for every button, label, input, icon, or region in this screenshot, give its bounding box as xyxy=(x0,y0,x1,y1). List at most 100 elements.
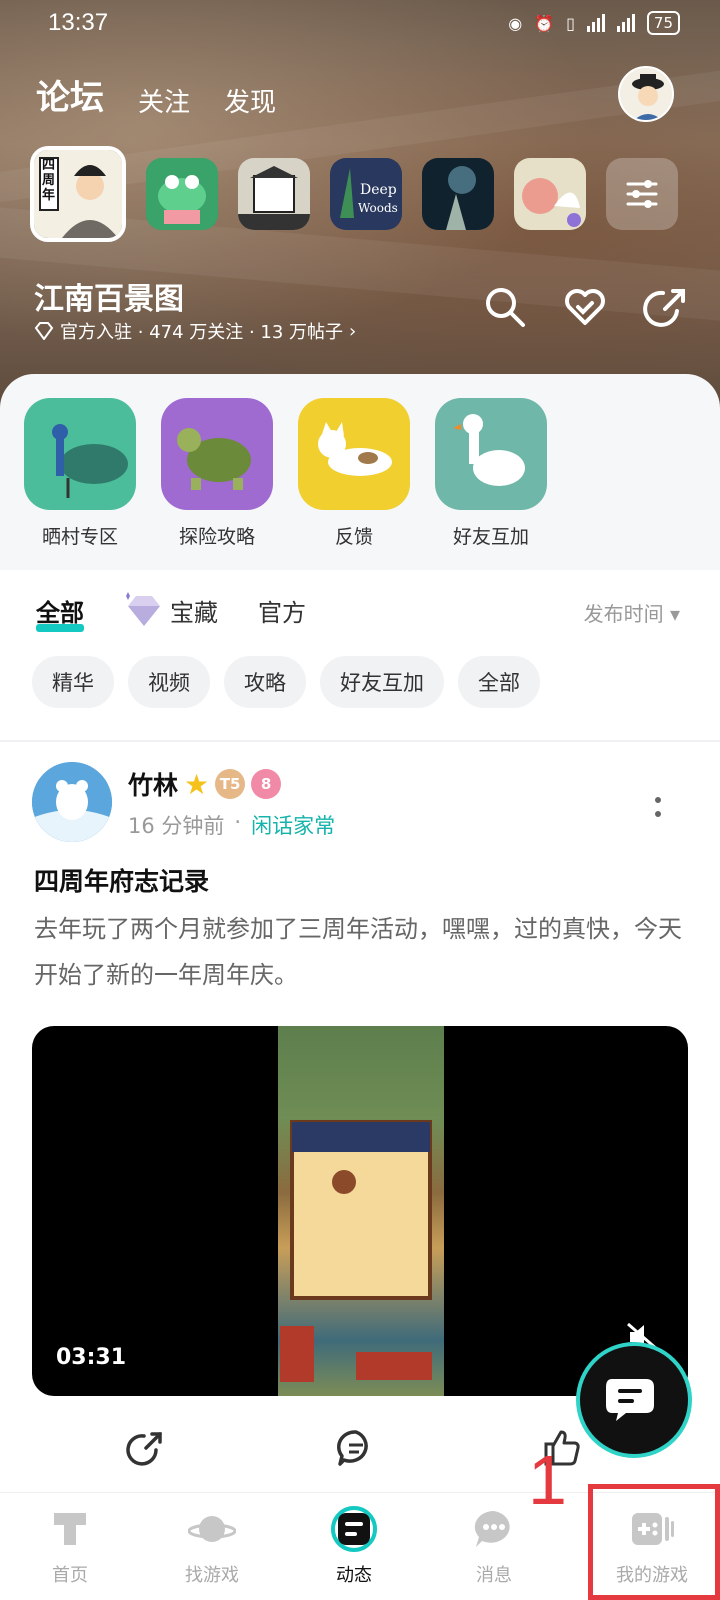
post-body[interactable]: 去年玩了两个月就参加了三周年活动，嘿嘿，过的真快，今天开始了新的一年周年庆。 xyxy=(34,906,684,998)
zone-add-friends[interactable]: 好友互加 xyxy=(435,398,547,549)
game-title: 江南百景图 xyxy=(34,282,184,317)
diamond-icon xyxy=(34,322,54,340)
video-duration: 03:31 xyxy=(56,1345,127,1370)
sliders-icon xyxy=(626,180,658,208)
game-switcher: 四周年 Deep Woods xyxy=(30,146,678,242)
chip-featured[interactable]: 精华 xyxy=(32,656,114,708)
chip-all[interactable]: 全部 xyxy=(458,656,540,708)
chip-video[interactable]: 视频 xyxy=(128,656,210,708)
zone-feedback[interactable]: 反馈 xyxy=(298,398,410,549)
status-bar: 13:37 ◉ ⏰ ▯ 75 xyxy=(0,0,720,46)
tab-following[interactable]: 关注 xyxy=(138,82,190,119)
status-icons: ◉ ⏰ ▯ 75 xyxy=(508,11,680,35)
nav-feed[interactable]: 动态 xyxy=(294,1505,414,1587)
game-cover-label: 四周年 xyxy=(42,158,56,203)
game-thumb-selected[interactable]: 四周年 xyxy=(30,146,126,242)
home-icon xyxy=(10,1505,130,1553)
game-thumb[interactable] xyxy=(146,158,218,230)
vibrate-icon: ▯ xyxy=(566,13,575,33)
game-meta[interactable]: 官方入驻 · 474 万关注 · 13 万帖子 › xyxy=(34,318,356,344)
avatar-icon xyxy=(32,762,112,842)
annotation-highlight-box xyxy=(588,1484,720,1600)
game-thumb[interactable] xyxy=(422,158,494,230)
goose-icon xyxy=(435,398,547,510)
frog-icon xyxy=(146,158,218,230)
author-avatar[interactable] xyxy=(32,762,112,842)
chevron-right-icon: › xyxy=(349,320,357,342)
top-nav-tabs: 论坛 关注 发现 xyxy=(36,70,276,121)
tab-treasure-label: 宝藏 xyxy=(170,598,218,627)
share-button[interactable] xyxy=(640,282,690,332)
nav-label: 找游戏 xyxy=(185,1565,239,1586)
tab-all[interactable]: 全部 xyxy=(36,593,84,632)
comment-icon xyxy=(337,1430,368,1466)
author-name[interactable]: 竹林 xyxy=(128,766,178,802)
rank-badge: 8 xyxy=(251,769,282,799)
star-icon: ★ xyxy=(184,767,210,801)
follow-button[interactable] xyxy=(560,282,610,332)
search-button[interactable] xyxy=(480,282,530,332)
filter-chips: 精华 视频 攻略 好友互加 全部 xyxy=(32,656,540,708)
nav-home[interactable]: 首页 xyxy=(10,1505,130,1587)
chip-guide[interactable]: 攻略 xyxy=(224,656,306,708)
zone-village[interactable]: 晒村专区 xyxy=(24,398,136,549)
chip-add-friends[interactable]: 好友互加 xyxy=(320,656,444,708)
gem-icon xyxy=(126,592,160,626)
avatar-icon xyxy=(620,68,672,120)
share-icon xyxy=(126,1432,162,1466)
heart-check-icon xyxy=(565,289,605,325)
battery-indicator: 75 xyxy=(646,11,680,35)
zone-shortcuts: 晒村专区 探险攻略 反馈 好友互加 xyxy=(0,374,720,570)
zone-label: 好友互加 xyxy=(452,526,529,548)
feed-tabs: 全部 宝藏 官方 xyxy=(36,592,306,632)
night-scene-icon xyxy=(422,158,494,230)
more-vertical-icon xyxy=(655,797,661,817)
zone-label: 反馈 xyxy=(334,526,373,548)
deep-woods-icon: Deep Woods xyxy=(330,158,402,230)
user-avatar[interactable] xyxy=(618,66,674,122)
search-icon xyxy=(486,288,525,327)
nav-label: 动态 xyxy=(336,1565,372,1586)
post-topic[interactable]: 闲话家常 xyxy=(251,810,335,840)
cat-icon xyxy=(298,398,410,510)
chat-bubble-icon xyxy=(606,1379,654,1421)
share-post-button[interactable] xyxy=(118,1420,174,1476)
nav-label: 消息 xyxy=(476,1565,512,1586)
tab-official[interactable]: 官方 xyxy=(258,593,306,628)
feed-icon xyxy=(294,1505,414,1553)
tab-forum[interactable]: 论坛 xyxy=(36,70,104,121)
zone-explore-guide[interactable]: 探险攻略 xyxy=(161,398,273,549)
eye-icon: ◉ xyxy=(508,13,523,33)
annotation-number: 1 xyxy=(528,1441,567,1519)
bakery-icon xyxy=(238,158,310,230)
post-meta: 16 分钟前 · 闲话家常 xyxy=(128,810,335,840)
post-title[interactable]: 四周年府志记录 xyxy=(34,862,209,898)
peacock-icon xyxy=(24,398,136,510)
post-time: 16 分钟前 xyxy=(128,814,225,838)
filter-button[interactable] xyxy=(606,158,678,230)
comment-button[interactable] xyxy=(328,1420,384,1476)
level-badge: T5 xyxy=(215,769,246,799)
svg-text:Deep: Deep xyxy=(360,182,397,198)
game-thumb[interactable] xyxy=(238,158,310,230)
tab-treasure[interactable]: 宝藏 xyxy=(124,592,218,628)
turtle-icon xyxy=(161,398,273,510)
more-options-button[interactable] xyxy=(654,796,662,818)
bird-icon xyxy=(514,158,586,230)
sort-order-dropdown[interactable]: 发布时间 ▾ xyxy=(584,598,680,627)
alarm-icon: ⏰ xyxy=(534,13,555,33)
game-meta-text: 官方入驻 · 474 万关注 · 13 万帖子 xyxy=(60,322,344,343)
nav-find-games[interactable]: 找游戏 xyxy=(152,1505,272,1587)
zone-label: 探险攻略 xyxy=(178,526,255,548)
meta-separator: · xyxy=(234,810,242,834)
game-thumb[interactable]: Deep Woods xyxy=(330,158,402,230)
game-hero-header: 13:37 ◉ ⏰ ▯ 75 论坛 关注 发现 四周年 Deep Woods 江… xyxy=(0,0,720,410)
zone-label: 晒村专区 xyxy=(41,526,118,548)
video-player[interactable]: 03:31 xyxy=(32,1026,688,1396)
planet-icon xyxy=(152,1505,272,1553)
post-actions xyxy=(0,1420,720,1480)
game-thumb[interactable] xyxy=(514,158,586,230)
author-row: 竹林 ★ T5 8 xyxy=(128,766,282,802)
tab-discover[interactable]: 发现 xyxy=(224,82,276,119)
svg-text:Woods: Woods xyxy=(358,201,398,215)
